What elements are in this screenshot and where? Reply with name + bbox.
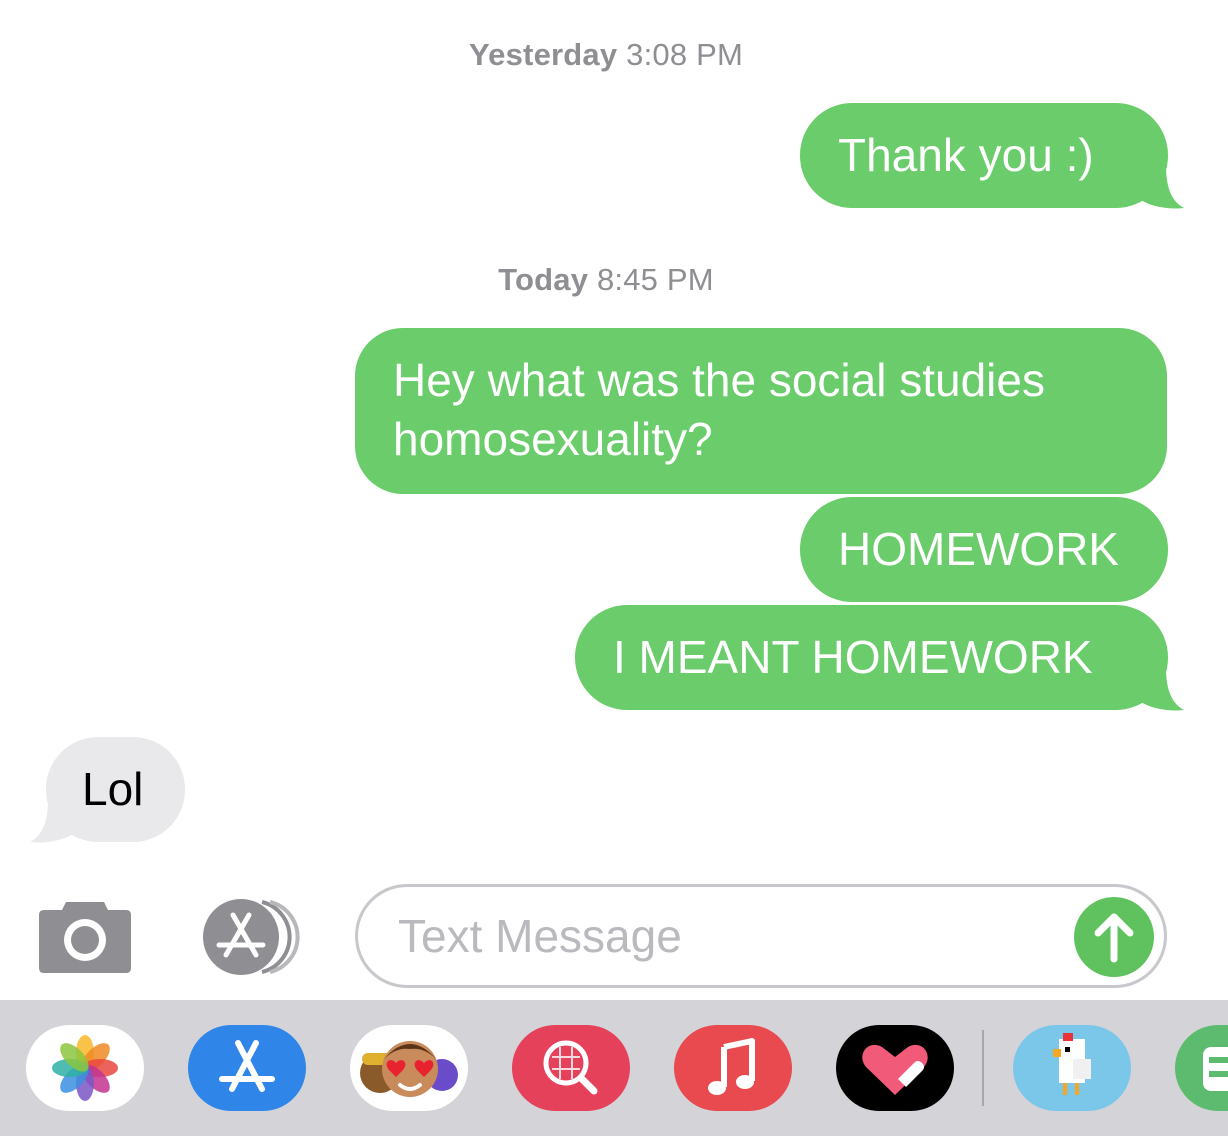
apps-button[interactable] <box>196 898 304 976</box>
app-music[interactable] <box>674 1025 792 1111</box>
app-drawer-divider <box>982 1030 984 1106</box>
bubble-tail-sent <box>1130 668 1184 711</box>
photos-icon <box>52 1035 118 1101</box>
send-button[interactable] <box>1074 897 1154 977</box>
timestamp-today: Today 8:45 PM <box>0 262 1212 298</box>
camera-icon <box>39 902 131 973</box>
app-crossy-road[interactable] <box>1013 1025 1131 1111</box>
globe-search-icon <box>543 1040 598 1095</box>
message-input[interactable]: Text Message <box>355 884 1167 988</box>
arrow-up-icon <box>1094 913 1134 963</box>
chicken-icon <box>1053 1033 1091 1095</box>
timestamp-time: 3:08 PM <box>626 37 743 72</box>
app-digital-touch[interactable] <box>836 1025 954 1111</box>
app-images-search[interactable] <box>512 1025 630 1111</box>
message-bubble-sent[interactable]: Thank you :) <box>800 103 1168 208</box>
app-photos[interactable] <box>26 1025 144 1111</box>
message-bubble-sent[interactable]: Hey what was the social studies homosexu… <box>355 328 1167 494</box>
bubble-tail-sent <box>1130 166 1184 209</box>
app-store-icon <box>203 899 300 975</box>
message-input-placeholder: Text Message <box>398 910 682 962</box>
app-drawer <box>0 1000 1228 1136</box>
message-bubble-sent[interactable]: HOMEWORK <box>800 497 1168 602</box>
message-text: Lol <box>82 763 144 815</box>
app-memoji[interactable] <box>350 1025 468 1111</box>
timestamp-time: 8:45 PM <box>596 262 714 297</box>
message-text: Hey what was the social studies homosexu… <box>393 354 1045 465</box>
message-text: Thank you :) <box>838 129 1094 181</box>
camera-button[interactable] <box>38 898 132 974</box>
message-text: HOMEWORK <box>838 523 1120 575</box>
app-app-store[interactable] <box>188 1025 306 1111</box>
bubble-tail-received <box>30 800 84 843</box>
app-store-icon <box>219 1040 275 1092</box>
memoji-icon <box>360 1041 458 1097</box>
app-partial[interactable] <box>1175 1025 1228 1111</box>
message-text: I MEANT HOMEWORK <box>613 631 1093 683</box>
timestamp-day: Yesterday <box>469 37 618 72</box>
music-note-icon <box>708 1038 755 1095</box>
heart-touch-icon <box>862 1044 928 1095</box>
timestamp-day: Today <box>498 262 589 297</box>
partial-app-icon <box>1203 1047 1228 1091</box>
message-bubble-sent[interactable]: I MEANT HOMEWORK <box>575 605 1168 710</box>
messages-screen: Yesterday 3:08 PM Thank you :) Today 8:4… <box>0 0 1228 1136</box>
timestamp-yesterday: Yesterday 3:08 PM <box>0 37 1212 73</box>
